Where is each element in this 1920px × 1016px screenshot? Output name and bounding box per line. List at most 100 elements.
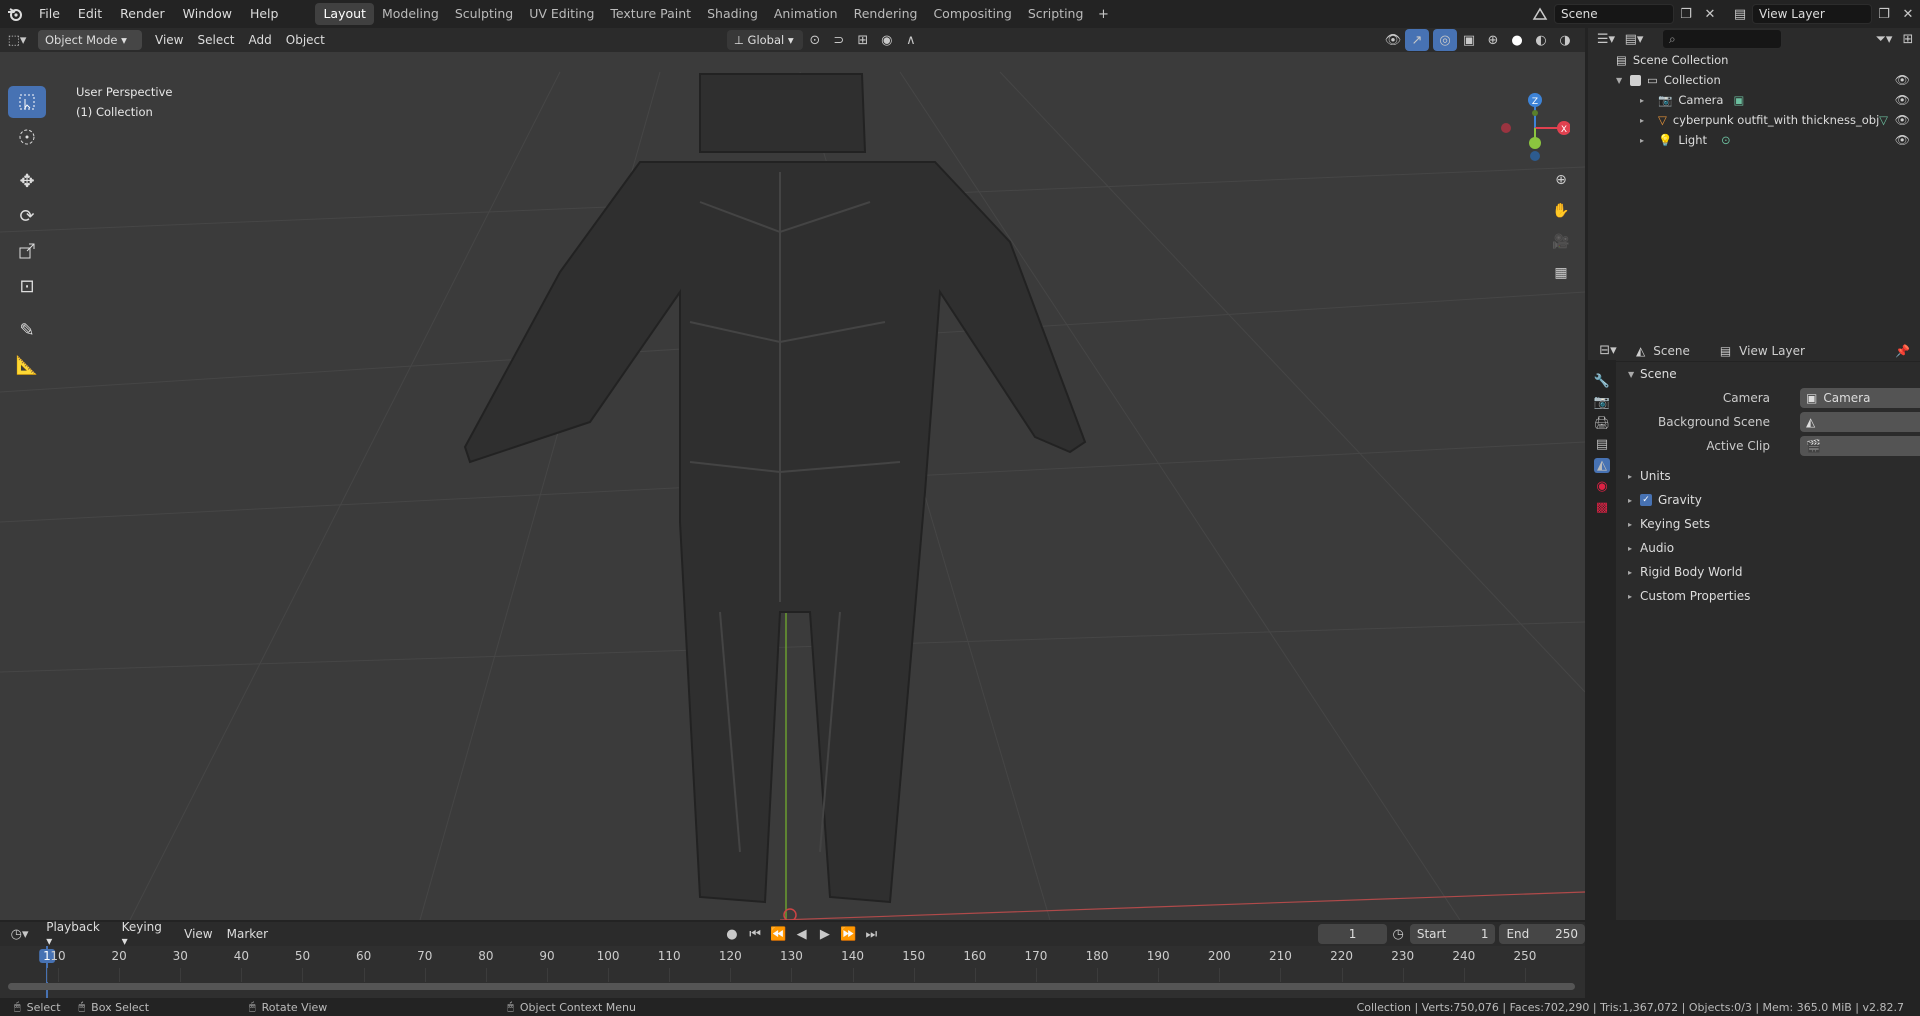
workspace-tab-layout[interactable]: Layout <box>315 3 374 25</box>
panel-expand-icon[interactable]: ▸ <box>1628 496 1640 505</box>
menu-help[interactable]: Help <box>241 0 288 28</box>
transform-orientation-dropdown[interactable]: ⊥ Global ▾ <box>726 30 803 50</box>
measure-tool-icon[interactable]: 📐 <box>8 349 46 381</box>
next-keyframe-icon[interactable]: ⏩ <box>836 923 859 945</box>
object-mode-dropdown[interactable]: Object Mode ▾ <box>38 30 142 50</box>
outliner-row-camera[interactable]: ▸ 📷 Camera ▣ 👁 <box>1588 90 1920 110</box>
workspace-tab-animation[interactable]: Animation <box>766 3 846 25</box>
expand-triangle-icon[interactable]: ▸ <box>1640 136 1652 145</box>
add-workspace-icon[interactable]: + <box>1091 3 1115 25</box>
shading-material-icon[interactable]: ◐ <box>1529 29 1553 51</box>
pan-hand-icon[interactable]: ✋ <box>1547 197 1575 225</box>
visibility-eye-icon[interactable]: 👁 <box>1895 113 1910 127</box>
panel-audio[interactable]: ▸ Audio <box>1618 536 1920 560</box>
collection-checkbox[interactable] <box>1630 74 1641 86</box>
annotate-tool-icon[interactable]: ✎ <box>8 314 46 346</box>
viewport-menu-add[interactable]: Add <box>242 33 279 47</box>
end-frame-field[interactable]: End 250 <box>1499 924 1586 944</box>
timeline-menu-view[interactable]: View <box>177 927 219 941</box>
timeline-scrollbar[interactable] <box>8 983 1575 990</box>
timeline-menu-marker[interactable]: Marker <box>220 927 275 941</box>
snap-target-icon[interactable]: ⊞ <box>851 29 875 51</box>
camera-view-icon[interactable]: 🎥 <box>1547 228 1575 256</box>
ortho-toggle-icon[interactable]: ▦ <box>1547 259 1575 287</box>
panel-collapse-icon[interactable]: ▼ <box>1628 370 1640 379</box>
move-tool-icon[interactable]: ✥ <box>8 165 46 197</box>
workspace-tab-scripting[interactable]: Scripting <box>1020 3 1092 25</box>
prev-keyframe-icon[interactable]: ⏪ <box>767 923 790 945</box>
start-frame-field[interactable]: Start 1 <box>1409 924 1496 944</box>
cursor-tool-icon[interactable] <box>8 121 46 153</box>
zoom-icon[interactable]: ⊕ <box>1547 166 1575 194</box>
workspace-tab-shading[interactable]: Shading <box>699 3 766 25</box>
select-tool-icon[interactable] <box>8 86 46 118</box>
texture-tab-icon[interactable]: ▩ <box>1596 500 1608 515</box>
preview-range-icon[interactable]: ◷ <box>1387 923 1410 945</box>
play-reverse-icon[interactable]: ◀ <box>790 923 813 945</box>
filter-icon[interactable]: ⏷▾ <box>1872 28 1896 50</box>
record-icon[interactable]: ● <box>720 923 743 945</box>
shading-wireframe-icon[interactable]: ⊕ <box>1481 29 1505 51</box>
workspace-tab-rendering[interactable]: Rendering <box>846 3 926 25</box>
camera-property-field[interactable]: ▣ Camera ✕ <box>1800 388 1920 408</box>
shading-rendered-icon[interactable]: ◑ <box>1553 29 1577 51</box>
scene-selector-icon[interactable] <box>1528 3 1552 25</box>
display-mode-icon[interactable]: ▤▾ <box>1622 28 1646 50</box>
timeline-menu-playback[interactable]: Playback ▾ <box>39 920 114 948</box>
panel-expand-icon[interactable]: ▸ <box>1628 544 1640 553</box>
view-layer-field[interactable]: View Layer <box>1752 4 1872 24</box>
visibility-eye-icon[interactable]: 👁 <box>1895 73 1910 87</box>
navigation-gizmo[interactable]: Z X <box>1490 88 1570 168</box>
viewport-menu-object[interactable]: Object <box>279 33 332 47</box>
editor-type-icon[interactable]: ⬚▾ <box>0 29 34 51</box>
view-layer-tab-icon[interactable]: ▤ <box>1596 437 1608 452</box>
tool-tab-icon[interactable]: 🔧 <box>1594 374 1610 389</box>
workspace-tab-sculpting[interactable]: Sculpting <box>447 3 521 25</box>
outliner-editor-type-icon[interactable]: ☰▾ <box>1594 28 1618 50</box>
collapse-triangle-icon[interactable]: ▼ <box>1616 76 1628 85</box>
snap-icon[interactable]: ⊃ <box>827 29 851 51</box>
panel-gravity[interactable]: ▸ ✓ Gravity <box>1618 488 1920 512</box>
scene-properties-tab-icon[interactable]: ◭ <box>1594 458 1610 473</box>
xray-icon[interactable]: ▣ <box>1457 29 1481 51</box>
proportional-edit-icon[interactable]: ◉ <box>875 29 899 51</box>
properties-view-layer-crumb[interactable]: View Layer <box>1739 344 1805 358</box>
new-collection-icon[interactable]: ⊞ <box>1896 28 1920 50</box>
overlay-toggle-icon[interactable]: ◎ <box>1433 29 1457 51</box>
viewport-menu-view[interactable]: View <box>148 33 190 47</box>
render-tab-icon[interactable]: 📷 <box>1594 395 1610 410</box>
panel-keying-sets[interactable]: ▸ Keying Sets <box>1618 512 1920 536</box>
outliner-row-scene-collection[interactable]: ▤ Scene Collection <box>1588 50 1920 70</box>
pin-icon[interactable]: 📌 <box>1895 344 1910 358</box>
jump-end-icon[interactable]: ⏭ <box>860 923 883 945</box>
menu-edit[interactable]: Edit <box>69 0 111 28</box>
output-tab-icon[interactable]: 🖨 <box>1594 416 1611 431</box>
falloff-icon[interactable]: ∧ <box>899 29 923 51</box>
rotate-tool-icon[interactable]: ⟳ <box>8 200 46 232</box>
gravity-checkbox[interactable]: ✓ <box>1640 494 1652 506</box>
expand-triangle-icon[interactable]: ▸ <box>1640 96 1652 105</box>
menu-render[interactable]: Render <box>111 0 174 28</box>
panel-expand-icon[interactable]: ▸ <box>1628 568 1640 577</box>
blender-logo-icon[interactable] <box>0 3 30 25</box>
new-view-layer-icon[interactable]: ❐ <box>1872 3 1896 25</box>
outliner-row-light[interactable]: ▸ 💡 Light ⊙ 👁 <box>1588 130 1920 150</box>
panel-scene[interactable]: ▼ Scene <box>1618 362 1920 386</box>
transform-tool-icon[interactable]: ⊡ <box>8 270 46 302</box>
workspace-tab-modeling[interactable]: Modeling <box>374 3 447 25</box>
timeline-ruler[interactable]: 1 10 20 30 40 50 60 70 80 90 100 110 120 130 140 150 160… <box>0 946 1585 998</box>
panel-rigid-body-world[interactable]: ▸ Rigid Body World <box>1618 560 1920 584</box>
properties-editor-type-icon[interactable]: ⊟▾ <box>1596 340 1620 362</box>
visibility-eye-icon[interactable]: 👁 <box>1895 133 1910 147</box>
workspace-tab-compositing[interactable]: Compositing <box>925 3 1019 25</box>
outliner-row-mesh[interactable]: ▸ ▽ cyberpunk outfit_with thickness_obj … <box>1588 110 1920 130</box>
world-tab-icon[interactable]: ◉ <box>1596 479 1607 494</box>
scene-name-field[interactable]: Scene <box>1554 4 1674 24</box>
menu-window[interactable]: Window <box>174 0 241 28</box>
workspace-tab-texture-paint[interactable]: Texture Paint <box>602 3 699 25</box>
scale-tool-icon[interactable] <box>8 235 46 267</box>
timeline-menu-keying[interactable]: Keying ▾ <box>115 920 178 948</box>
viewport-menu-select[interactable]: Select <box>190 33 241 47</box>
expand-triangle-icon[interactable]: ▸ <box>1640 116 1652 125</box>
active-clip-field[interactable]: 🎬 <box>1800 436 1920 456</box>
